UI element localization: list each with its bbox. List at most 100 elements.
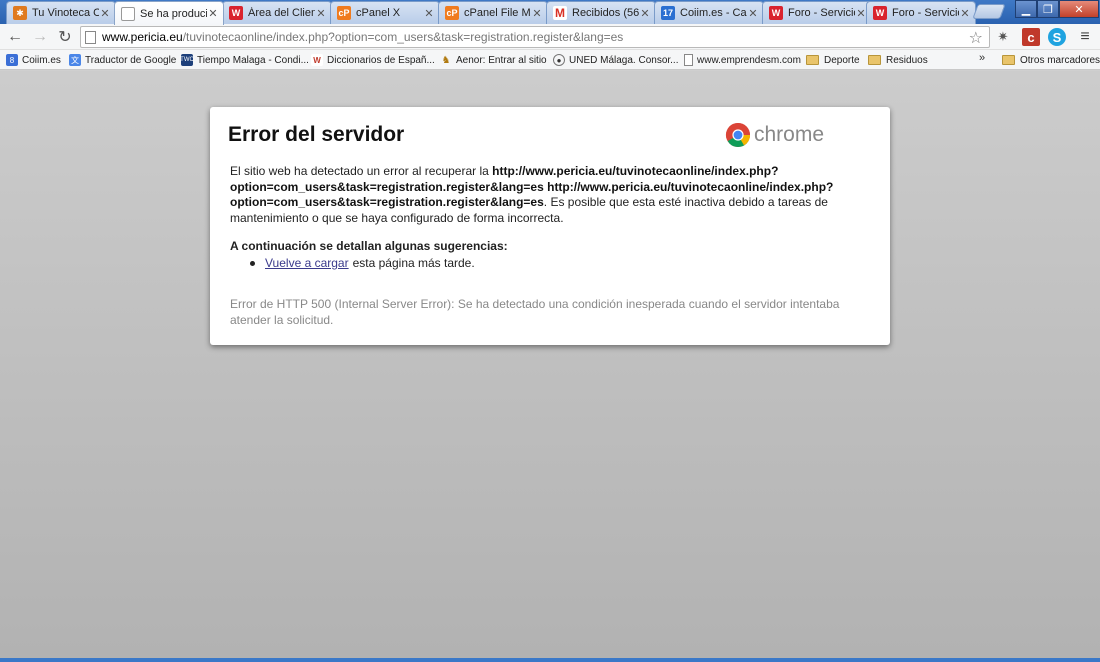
bookmark-label: www.emprendesm.com [697, 54, 801, 66]
tab-tu-vinoteca[interactable]: ✱ Tu Vinoteca O ✕ [6, 1, 116, 24]
bookmark-label: Residuos [886, 54, 928, 66]
translate-icon: 文 [69, 54, 81, 66]
close-icon[interactable]: ✕ [99, 7, 111, 20]
extension-bug-icon[interactable]: ✷ [994, 28, 1012, 46]
reload-suffix: esta página más tarde. [352, 256, 475, 270]
tab-foro-2[interactable]: W Foro - Servicio ✕ [866, 1, 976, 24]
close-icon[interactable]: ✕ [423, 7, 435, 20]
close-window-button[interactable]: ✕ [1059, 0, 1099, 18]
other-bookmarks-folder[interactable]: Otros marcadores [1002, 52, 1100, 68]
address-bar[interactable]: www.pericia.eu/tuvinotecaonline/index.ph… [80, 26, 990, 48]
tab-title: Foro - Servicio [892, 7, 959, 19]
uned-icon: ● [553, 54, 565, 66]
bookmarks-bar: 8 Coiim.es 文 Traductor de Google TWC Tie… [0, 50, 1100, 70]
taskbar-edge [0, 658, 1100, 662]
chrome-logo: chrome [725, 122, 824, 148]
bookmark-label: Coiim.es [22, 54, 61, 66]
reload-link[interactable]: Vuelve a cargar [265, 256, 349, 270]
maximize-button[interactable]: ❐ [1037, 0, 1059, 18]
google-icon: 8 [6, 54, 18, 66]
error-panel: Error del servidor chrome El sitio web h… [210, 107, 890, 345]
error-intro: El sitio web ha detectado un error al re… [230, 164, 493, 178]
bookmark-label: Tiempo Malaga - Condi... [197, 54, 309, 66]
tab-title: Área del Client [248, 7, 315, 19]
w-icon: W [873, 6, 887, 20]
tab-foro-1[interactable]: W Foro - Servicio ✕ [762, 1, 872, 24]
bookmark-uned[interactable]: ● UNED Málaga. Consor... [553, 52, 679, 68]
bullet [250, 260, 255, 266]
tab-strip: ✱ Tu Vinoteca O ✕ Se ha producido ✕ W Ár… [0, 0, 1100, 25]
new-tab-button[interactable] [972, 4, 1006, 19]
folder-icon [1002, 55, 1015, 65]
tab-title: Foro - Servicio [788, 7, 855, 19]
bookmark-star-icon[interactable]: ☆ [969, 28, 983, 48]
more-bookmarks-chevron-icon[interactable]: » [979, 52, 985, 64]
close-icon[interactable]: ✕ [531, 7, 543, 20]
chrome-icon [725, 123, 750, 148]
tab-title: cPanel File Ma [464, 7, 531, 19]
bookmark-traductor[interactable]: 文 Traductor de Google [69, 52, 176, 68]
url-path: /tuvinotecaonline/index.php?option=com_u… [182, 30, 624, 44]
tab-gmail[interactable]: M Recibidos (56) ✕ [546, 1, 656, 24]
close-icon[interactable]: ✕ [747, 7, 759, 20]
skype-icon[interactable]: S [1048, 28, 1066, 46]
twc-icon: TWC [180, 54, 194, 66]
tab-cpanel-file-manager[interactable]: cP cPanel File Ma ✕ [438, 1, 548, 24]
wr-icon: W [311, 54, 323, 66]
page-icon [121, 6, 135, 21]
aenor-icon: ♞ [440, 54, 452, 66]
reload-icon[interactable]: ↻ [55, 27, 75, 47]
calendar-icon: 17 [661, 6, 675, 20]
tab-calendar[interactable]: 17 Coiim.es - Cale ✕ [654, 1, 764, 24]
other-bookmarks-label: Otros marcadores [1020, 54, 1100, 66]
tab-cpanel[interactable]: cP cPanel X ✕ [330, 1, 440, 24]
menu-icon[interactable]: ≡ [1076, 28, 1094, 46]
joomla-icon: ✱ [13, 6, 27, 20]
tab-active-error[interactable]: Se ha producido ✕ [114, 1, 224, 25]
bookmark-tiempo[interactable]: TWC Tiempo Malaga - Condi... [180, 52, 309, 68]
tab-title: Tu Vinoteca O [32, 7, 99, 19]
bookmark-emprendesm[interactable]: www.emprendesm.com [684, 52, 801, 68]
bookmark-label: UNED Málaga. Consor... [569, 54, 679, 66]
forward-icon[interactable]: → [30, 27, 50, 47]
bookmark-diccionarios[interactable]: W Diccionarios de Españ... [311, 52, 435, 68]
folder-icon [806, 55, 819, 65]
bookmark-label: Aenor: Entrar al sitio [456, 54, 547, 66]
toolbar: ← → ↻ www.pericia.eu/tuvinotecaonline/in… [0, 24, 1100, 50]
folder-icon [868, 55, 881, 65]
bookmark-label: Traductor de Google [85, 54, 177, 66]
bookmark-coiim[interactable]: 8 Coiim.es [6, 52, 61, 68]
tab-title: Coiim.es - Cale [680, 7, 747, 19]
tab-title: cPanel X [356, 7, 401, 19]
bookmark-folder-deporte[interactable]: Deporte [806, 52, 860, 68]
tab-title: Se ha producido [140, 7, 207, 20]
http-error-details: Error de HTTP 500 (Internal Server Error… [230, 297, 840, 327]
error-description: El sitio web ha detectado un error al re… [230, 164, 870, 226]
bookmark-aenor[interactable]: ♞ Aenor: Entrar al sitio [440, 52, 547, 68]
close-icon[interactable]: ✕ [959, 7, 971, 20]
bookmark-folder-residuos[interactable]: Residuos [868, 52, 928, 68]
gmail-icon: M [553, 6, 567, 20]
close-icon[interactable]: ✕ [639, 7, 651, 20]
chrome-wordmark: chrome [754, 123, 825, 146]
url-host: www.pericia.eu [102, 30, 183, 44]
suggestions-heading: A continuación se detallan algunas suger… [230, 239, 508, 253]
bookmark-label: Diccionarios de Españ... [327, 54, 435, 66]
page-content: Error del servidor chrome El sitio web h… [0, 71, 1100, 658]
close-icon[interactable]: ✕ [207, 7, 219, 20]
w-icon: W [769, 6, 783, 20]
cpanel-icon: cP [337, 6, 351, 20]
back-icon[interactable]: ← [5, 27, 25, 47]
minimize-button[interactable]: ▁ [1015, 0, 1037, 18]
page-icon [684, 54, 693, 66]
bookmark-label: Deporte [824, 54, 860, 66]
close-icon[interactable]: ✕ [315, 7, 327, 20]
suggestion-item: Vuelve a cargar esta página más tarde. [250, 256, 475, 270]
error-title: Error del servidor [228, 123, 405, 146]
w-icon: W [229, 6, 243, 20]
url-text: www.pericia.eu/tuvinotecaonline/index.ph… [102, 30, 623, 44]
tab-area-cliente[interactable]: W Área del Client ✕ [222, 1, 332, 24]
extension-c-icon[interactable]: c [1022, 28, 1040, 46]
cpanel-icon: cP [445, 6, 459, 20]
tab-title: Recibidos (56) [572, 7, 639, 19]
